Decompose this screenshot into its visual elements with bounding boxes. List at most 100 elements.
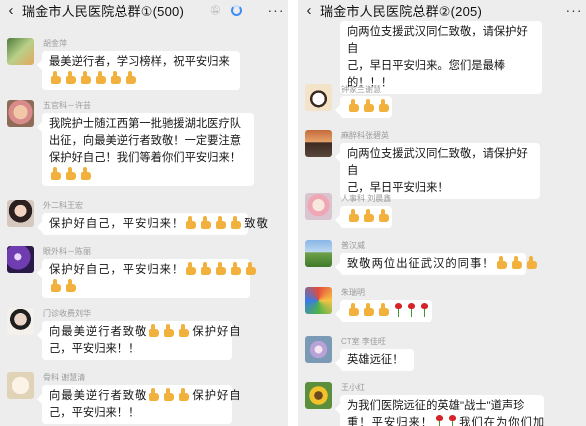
- chat-title: 瑞金市人民医院总群②(205): [320, 3, 483, 19]
- message-text: 最美逆行者，学习榜样，祝平安归来: [49, 56, 230, 68]
- thumbs-up-icon: [177, 324, 191, 337]
- message-bubble[interactable]: 向最美逆行者致敬 保护好自 己，平安归来！！: [37, 321, 241, 360]
- avatar[interactable]: [305, 240, 332, 267]
- message-text: 己，平安归来！！: [49, 407, 140, 419]
- thumbs-up-icon: [49, 279, 63, 292]
- thumbs-up-icon: [49, 71, 63, 84]
- message-text: 我们在为你们加: [459, 417, 546, 426]
- thumbs-up-icon: [510, 256, 524, 269]
- message-text: 保护好自己，平安归来！: [49, 264, 185, 276]
- avatar[interactable]: [7, 38, 34, 65]
- avatar[interactable]: [305, 130, 332, 157]
- avatar[interactable]: [7, 246, 34, 273]
- emoji-row: [347, 303, 428, 320]
- message-text: 我院护士随江西第一批驰援湖北医疗队: [49, 118, 242, 130]
- thumbs-up-icon: [214, 262, 228, 275]
- message-text: 向两位支援武汉同仁致敬，请保护好自: [347, 26, 528, 55]
- message-text: 致敬两位出征武汉的同事！: [347, 258, 495, 270]
- chat-window-group-2: ‹ 瑞金市人民医院总群②(205) ··· 向两位支援武汉同仁致敬，请保护好自 …: [298, 0, 586, 426]
- avatar[interactable]: [7, 308, 34, 335]
- message-text: 向最美逆行者致敬: [49, 326, 148, 338]
- avatar[interactable]: [305, 336, 332, 363]
- thumbs-up-icon: [49, 167, 63, 180]
- chat-header: ‹ 瑞金市人民医院总群①(500) 🔕︎ ···: [0, 0, 288, 20]
- thumbs-up-icon: [64, 167, 78, 180]
- sender-name: 胡金萍: [43, 39, 67, 48]
- thumbs-up-icon: [177, 388, 191, 401]
- rose-icon: [392, 303, 404, 317]
- thumbs-up-icon: [214, 216, 228, 229]
- thumbs-up-icon: [64, 279, 78, 292]
- message-bubble[interactable]: 致敬两位出征武汉的同事！: [335, 253, 537, 275]
- avatar[interactable]: [305, 84, 332, 111]
- sender-name: 钟家兰谢慧: [341, 85, 381, 94]
- sender-name: 骨科 谢慧清: [43, 373, 86, 382]
- message-text: 保护好自: [192, 326, 242, 338]
- rose-icon: [433, 415, 445, 426]
- avatar[interactable]: [7, 200, 34, 227]
- loading-spinner-icon: [231, 4, 242, 16]
- message-text-row: 保护好自己，平安归来！ 致敬: [49, 216, 268, 233]
- message-text: 为我们医院远征的英雄"战士"道声珍: [347, 400, 525, 412]
- message-text: 保护好自己！我们等着你们平安归来！: [49, 152, 242, 164]
- chat-title: 瑞金市人民医院总群①(500): [22, 3, 185, 19]
- emoji-row: [347, 99, 389, 116]
- thumbs-up-icon: [147, 388, 161, 401]
- sender-name: 五官科－许芸: [43, 101, 91, 110]
- thumbs-up-icon: [362, 209, 376, 222]
- rose-icon: [405, 303, 417, 317]
- message-text: 向两位支援武汉同仁致敬，请保护好自: [347, 148, 528, 177]
- message-bubble[interactable]: 最美逆行者，学习榜样，祝平安归来: [37, 51, 240, 90]
- thumbs-up-icon: [362, 303, 376, 316]
- message-text: 向最美逆行者致敬: [49, 390, 148, 402]
- message-text: 重！平安归来！: [347, 417, 434, 426]
- chat-header: ‹ 瑞金市人民医院总群②(205) ···: [298, 0, 586, 20]
- avatar[interactable]: [305, 382, 332, 409]
- message-bubble[interactable]: 英雄远征！: [335, 349, 414, 371]
- thumbs-up-icon: [525, 256, 539, 269]
- thumbs-up-icon: [64, 71, 78, 84]
- thumbs-up-icon: [347, 99, 361, 112]
- thumbs-up-icon: [79, 71, 93, 84]
- more-dots-icon[interactable]: ···: [562, 2, 586, 18]
- thumbs-up-icon: [124, 71, 138, 84]
- thumbs-up-icon: [94, 71, 108, 84]
- message-bubble[interactable]: 我院护士随江西第一批驰援湖北医疗队 出征，向最美逆行者致敬！一定要注意 保护好自…: [37, 113, 254, 186]
- message-text: 英雄远征！: [347, 354, 404, 366]
- more-dots-icon[interactable]: ···: [264, 2, 288, 18]
- message-text: 保护好自: [192, 390, 242, 402]
- message-bubble[interactable]: [335, 300, 432, 322]
- thumbs-up-icon: [347, 303, 361, 316]
- sender-name: 外二科王宏: [43, 201, 83, 210]
- back-chevron-left-icon[interactable]: ‹: [298, 2, 320, 19]
- message-text-row: 致敬两位出征武汉的同事！: [347, 256, 537, 273]
- message-bubble[interactable]: [335, 206, 392, 228]
- message-text-row: 向最美逆行者致敬 保护好自: [49, 388, 241, 405]
- thumbs-up-icon: [199, 262, 213, 275]
- rose-icon: [418, 303, 430, 317]
- message-bubble[interactable]: 为我们医院远征的英雄"战士"道声珍 重！平安归来！ 我们在为你们加: [335, 395, 546, 426]
- thumbs-up-icon: [184, 262, 198, 275]
- sender-name: 人事科 刘晨鑫: [341, 194, 392, 203]
- message-text-row: 保护好自己，平安归来！: [49, 262, 257, 279]
- message-text: 致敬: [244, 218, 269, 230]
- thumbs-up-icon: [229, 262, 243, 275]
- back-chevron-left-icon[interactable]: ‹: [0, 2, 22, 19]
- sender-name: 门诊收费刘华: [43, 309, 91, 318]
- thumbs-up-icon: [362, 99, 376, 112]
- message-bubble[interactable]: 保护好自己，平安归来！: [37, 259, 257, 298]
- message-bubble[interactable]: 保护好自己，平安归来！ 致敬: [37, 213, 268, 235]
- message-text: 保护好自己，平安归来！: [49, 218, 185, 230]
- message-bubble[interactable]: [335, 96, 392, 118]
- thumbs-up-icon: [377, 209, 391, 222]
- message-text: 出征，向最美逆行者致敬！一定要注意: [49, 135, 242, 147]
- avatar[interactable]: [7, 372, 34, 399]
- avatar[interactable]: [305, 287, 332, 314]
- message-bubble[interactable]: 向两位支援武汉同仁致敬，请保护好自 己，早日平安归来！: [335, 143, 540, 199]
- thumbs-up-icon: [162, 324, 176, 337]
- message-bubble[interactable]: 向最美逆行者致敬 保护好自 己，平安归来！！: [37, 385, 241, 424]
- avatar[interactable]: [305, 193, 332, 220]
- sender-name: 王小红: [341, 383, 365, 392]
- avatar[interactable]: [7, 100, 34, 127]
- emoji-row: [347, 209, 389, 226]
